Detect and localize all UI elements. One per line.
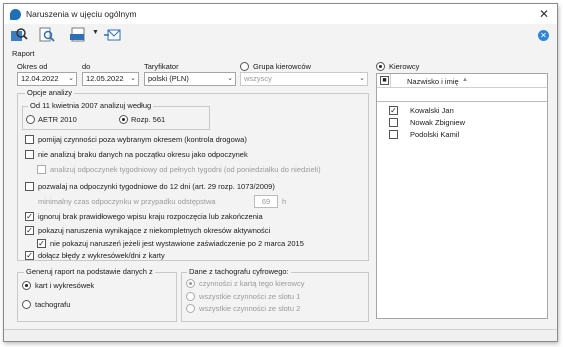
send-icon[interactable] <box>104 27 122 43</box>
column-name-header[interactable]: Nazwisko i imię <box>407 77 459 86</box>
app-icon <box>10 8 21 20</box>
generuj-tachograf-radio[interactable] <box>22 300 31 309</box>
aetr-radio[interactable] <box>26 115 35 124</box>
chevron-down-icon: ⌄ <box>227 75 233 82</box>
opt8-label: dołącz błędy z wykresówek/dni z karty <box>38 251 165 260</box>
dane-slot1-label: wszystkie czynności ze slotu 1 <box>199 292 301 301</box>
opt3-checkbox[interactable] <box>37 165 46 174</box>
taryfikator-select[interactable]: polski (PLN) ⌄ <box>144 72 236 86</box>
min-czas-stepper[interactable]: 69 <box>254 195 278 208</box>
opt7-label: nie pokazuj naruszeń jeżeli jest wystawi… <box>50 239 304 248</box>
chevron-down-icon: ⌄ <box>130 75 136 82</box>
driver-checkbox[interactable]: ✓ <box>389 106 398 115</box>
taryfikator-label: Taryfikator <box>144 62 179 71</box>
sort-asc-icon: ▲ <box>462 77 468 83</box>
min-czas-label: minimalny czas odpoczynku w przypadku od… <box>38 197 216 206</box>
window-title: Naruszenia w ujęciu ogólnym <box>26 9 137 19</box>
toolbar: ▼ ✕ <box>4 24 557 46</box>
aetr-label: AETR 2010 <box>38 115 77 124</box>
opt1-checkbox[interactable] <box>25 135 34 144</box>
opt6-label: pokazuj naruszenia wynikające z niekompl… <box>38 226 271 235</box>
select-all-checkbox[interactable]: ■ <box>380 76 389 85</box>
do-label: do <box>82 62 91 71</box>
dane-slot2-label: wszystkie czynności ze slotu 2 <box>199 304 301 313</box>
list-filter-row[interactable] <box>377 88 547 102</box>
driver-checkbox[interactable] <box>389 130 398 139</box>
grupa-value: wszyscy <box>244 74 272 83</box>
min-czas-unit: h <box>282 197 287 206</box>
opt1-label: pomijaj czynności poza wybranym okresem … <box>38 135 247 144</box>
driver-checkbox[interactable] <box>389 118 398 127</box>
column-divider <box>390 74 391 88</box>
opt3-label: analizuj odpoczynek tygodniowy od pełnyc… <box>50 165 321 174</box>
opt2-checkbox[interactable] <box>25 150 34 159</box>
driver-name: Podolski Kamil <box>410 130 460 139</box>
generuj-karty-radio[interactable] <box>22 281 31 290</box>
drivers-list: ■ Nazwisko i imię ▲ ✓ Kowalski Jan Nowak… <box>376 73 548 319</box>
date-from-picker[interactable]: 12.04.2022 ⌄ <box>17 72 77 86</box>
dialog-window: Naruszenia w ujęciu ogólnym ✕ ▼ ✕ Raport… <box>3 3 558 342</box>
driver-name: Nowak Zbigniew <box>410 118 466 127</box>
opt4-checkbox[interactable] <box>25 182 34 191</box>
opt4-label: pozwalaj na odpoczynki tygodniowe do 12 … <box>38 182 275 191</box>
kierowcy-radio[interactable] <box>376 62 385 71</box>
taryfikator-value: polski (PLN) <box>148 74 189 83</box>
generuj-tachograf-label: tachografu <box>35 300 71 309</box>
analiza-wedlug-title: Od 11 kwietnia 2007 analizuj według <box>28 101 154 110</box>
dropdown-arrow-icon[interactable]: ▼ <box>92 29 99 36</box>
opcje-analizy-title: Opcje analizy <box>25 88 75 97</box>
status-bar <box>4 329 557 341</box>
report-search-icon[interactable] <box>10 27 28 43</box>
grupa-select[interactable]: wszyscy ⌄ <box>240 72 368 86</box>
dane-slot1-radio[interactable] <box>186 292 195 301</box>
raport-section-label: Raport <box>12 49 35 58</box>
grupa-label: Grupa kierowców <box>253 62 311 71</box>
chevron-down-icon: ⌄ <box>68 75 74 82</box>
opt5-label: ignoruj brak prawidłowego wpisu kraju ro… <box>38 212 263 221</box>
generuj-group <box>17 272 177 322</box>
rozp-radio[interactable] <box>119 115 128 124</box>
min-czas-value: 69 <box>261 197 271 206</box>
opt7-checkbox[interactable]: ✓ <box>37 239 46 248</box>
chevron-down-icon: ⌄ <box>359 75 365 82</box>
rozp-label: Rozp. 561 <box>131 115 166 124</box>
kierowcy-label: Kierowcy <box>389 62 420 71</box>
opt5-checkbox[interactable]: ✓ <box>25 212 34 221</box>
dane-karta-label: czynności z kartą tego kierowcy <box>199 279 305 288</box>
generuj-karty-label: kart i wykresówek <box>35 281 95 290</box>
opt8-checkbox[interactable]: ✓ <box>25 251 34 260</box>
date-to-picker[interactable]: 12.05.2022 ⌄ <box>82 72 139 86</box>
pdf-export-icon[interactable] <box>70 27 90 43</box>
dane-karta-radio[interactable] <box>186 279 195 288</box>
date-from-value: 12.04.2022 <box>21 74 59 83</box>
dane-tachograf-title: Dane z tachografu cyfrowego: <box>187 267 291 276</box>
generuj-title: Generuj raport na podstawie danych z <box>24 267 155 276</box>
okres-od-label: Okres od <box>17 62 48 71</box>
title-bar: Naruszenia w ujęciu ogólnym ✕ <box>4 4 557 24</box>
opt6-checkbox[interactable]: ✓ <box>25 226 34 235</box>
close-icon[interactable]: ✕ <box>539 7 549 21</box>
date-to-value: 12.05.2022 <box>86 74 124 83</box>
close-circle-icon[interactable]: ✕ <box>538 30 549 41</box>
driver-name: Kowalski Jan <box>410 106 454 115</box>
list-header: ■ Nazwisko i imię ▲ <box>377 74 547 88</box>
grupa-radio[interactable] <box>240 62 249 71</box>
preview-icon[interactable] <box>38 27 56 43</box>
dane-slot2-radio[interactable] <box>186 304 195 313</box>
opt2-label: nie analizuj braku danych na początku ok… <box>38 150 248 159</box>
